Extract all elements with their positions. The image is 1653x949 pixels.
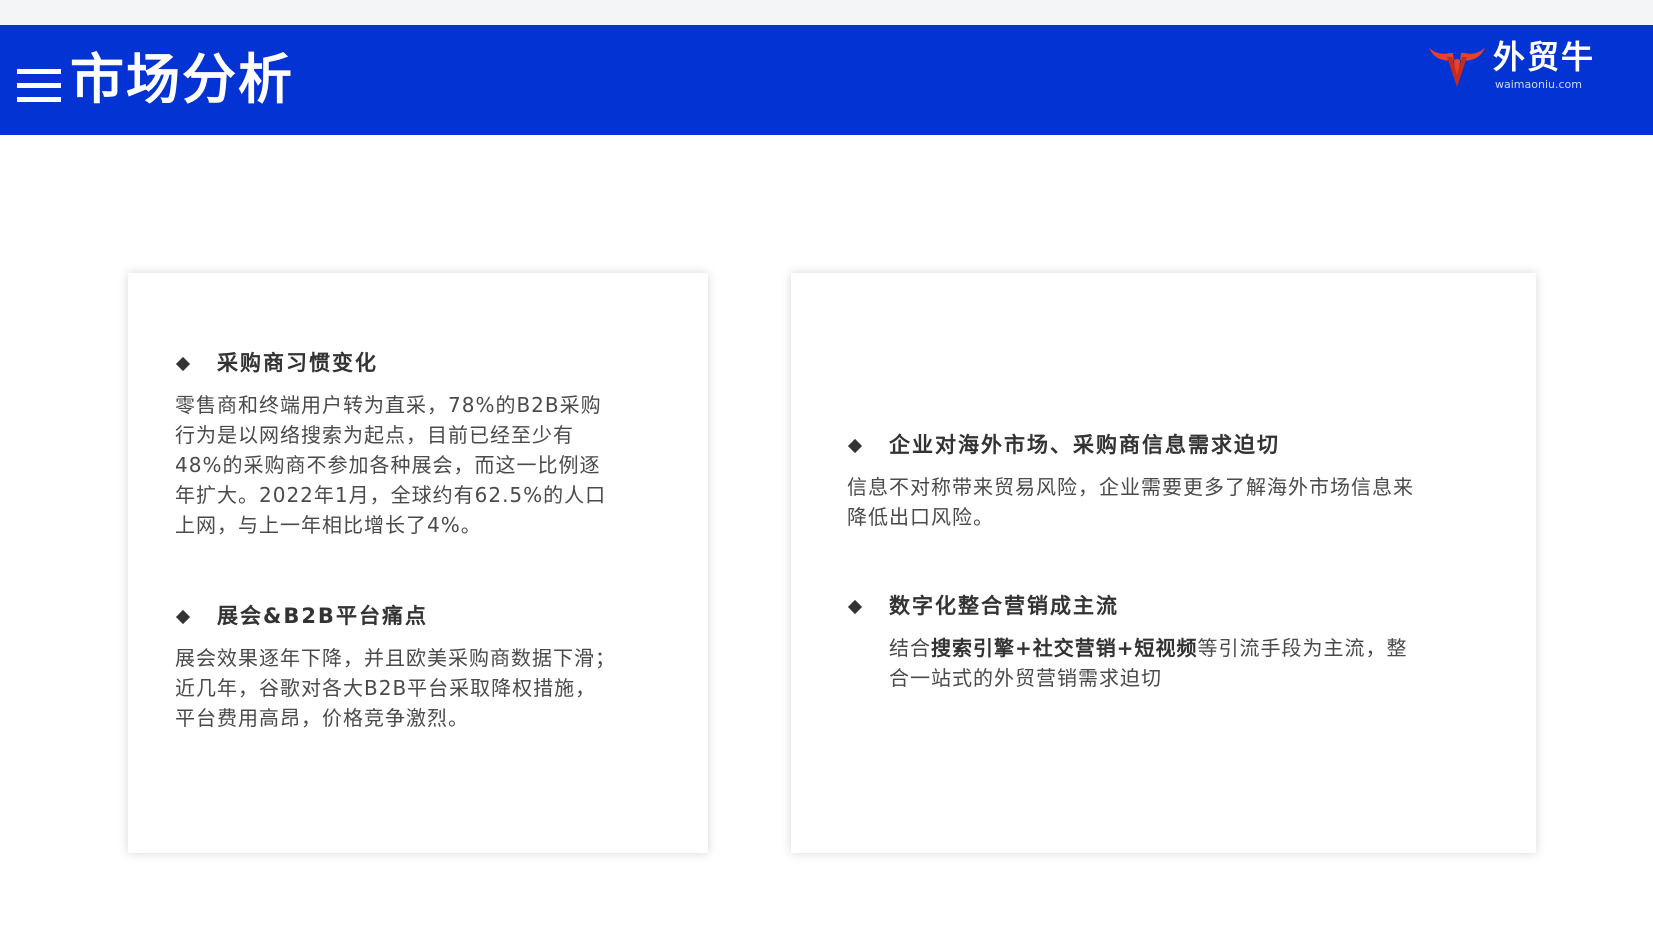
section-paragraph: 结合搜索引擎+社交营销+短视频等引流手段为主流，整 合一站式的外贸营销需求迫切: [847, 633, 1517, 693]
section-paragraph: 零售商和终端用户转为直采，78%的B2B采购 行为是以网络搜索为起点，目前已经至…: [175, 393, 607, 537]
logo-url: waimaoniu.com: [1495, 78, 1582, 91]
page-title: 市场分析: [70, 48, 294, 111]
diamond-bullet-icon: [175, 356, 191, 371]
section-paragraph: 信息不对称带来贸易风险，企业需要更多了解海外市场信息来 降低出口风险。: [847, 475, 1414, 529]
right-card: 企业对海外市场、采购商信息需求迫切 信息不对称带来贸易风险，企业需要更多了解海外…: [791, 273, 1536, 853]
diamond-bullet-icon: [847, 438, 863, 453]
diamond-bullet-icon: [847, 599, 863, 614]
section-paragraph: 展会效果逐年下降，并且欧美采购商数据下滑； 近几年，谷歌对各大B2B平台采取降权…: [175, 646, 616, 730]
section-info-demand: 企业对海外市场、采购商信息需求迫切 信息不对称带来贸易风险，企业需要更多了解海外…: [847, 435, 1517, 532]
section-heading: 企业对海外市场、采购商信息需求迫切: [847, 435, 1517, 456]
paragraph-line: 结合搜索引擎+社交营销+短视频等引流手段为主流，整: [889, 636, 1408, 660]
page-header: 市场分析 外贸牛 waimaoniu.com: [0, 25, 1653, 135]
diamond-bullet-icon: [175, 609, 191, 624]
section-heading: 采购商习惯变化: [175, 353, 695, 374]
section-heading: 展会&B2B平台痛点: [175, 606, 695, 627]
bull-head-icon: [1429, 47, 1485, 87]
section-pain-points: 展会&B2B平台痛点 展会效果逐年下降，并且欧美采购商数据下滑； 近几年，谷歌对…: [175, 606, 695, 733]
section-heading: 数字化整合营销成主流: [847, 596, 1517, 617]
section-digital-marketing: 数字化整合营销成主流 结合搜索引擎+社交营销+短视频等引流手段为主流，整 合一站…: [847, 596, 1517, 693]
paragraph-line: 合一站式的外贸营销需求迫切: [889, 666, 1162, 690]
top-strip: [0, 0, 1653, 25]
logo-name: 外贸牛: [1493, 38, 1596, 76]
section-buyer-habits: 采购商习惯变化 零售商和终端用户转为直采，78%的B2B采购 行为是以网络搜索为…: [175, 353, 695, 540]
left-card: 采购商习惯变化 零售商和终端用户转为直采，78%的B2B采购 行为是以网络搜索为…: [128, 273, 708, 853]
logo: 外贸牛 waimaoniu.com: [1425, 37, 1605, 97]
menu-icon: [17, 69, 61, 103]
